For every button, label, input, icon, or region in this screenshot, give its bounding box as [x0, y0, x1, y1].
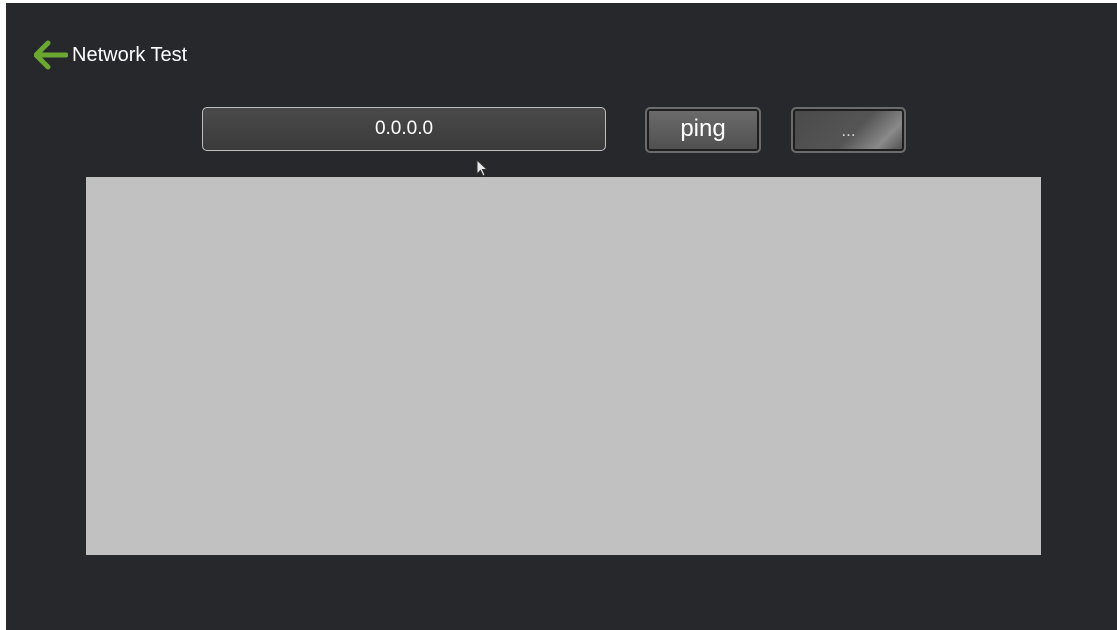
ip-address-input[interactable]: 0.0.0.0 — [202, 107, 606, 151]
header: Network Test — [34, 37, 187, 73]
ping-button[interactable]: ping — [645, 107, 761, 153]
more-options-button[interactable]: ... — [791, 107, 906, 153]
mouse-cursor-icon — [476, 159, 489, 177]
network-test-screen: Network Test 0.0.0.0 ping ... — [6, 3, 1117, 630]
arrow-left-icon[interactable] — [34, 40, 68, 70]
page-title: Network Test — [72, 43, 188, 66]
ping-output-panel — [86, 177, 1041, 555]
